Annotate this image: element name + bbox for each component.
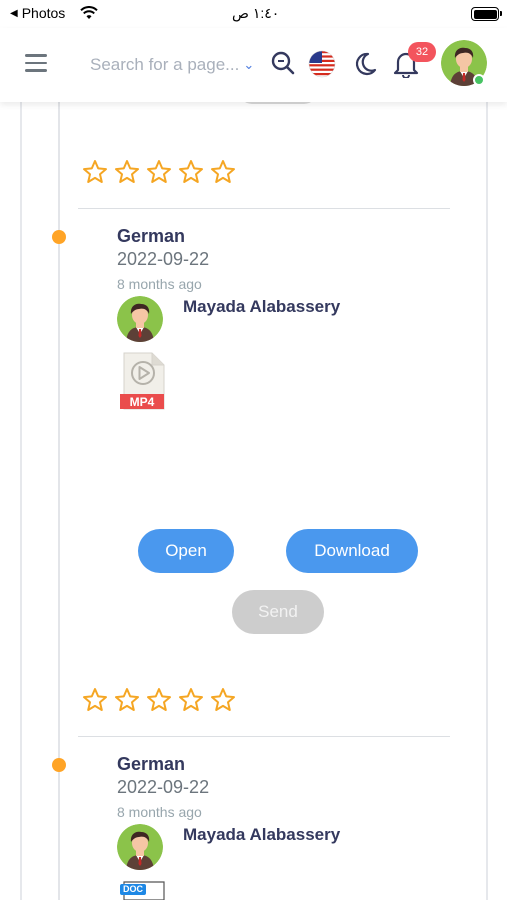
content-border-right: [486, 102, 488, 900]
search-icon[interactable]: [270, 50, 296, 76]
author-avatar: [117, 824, 163, 870]
rating-stars[interactable]: [82, 687, 236, 713]
author-name: Mayada Alabassery: [183, 825, 341, 844]
author-name: Mayada Alabassery: [183, 297, 341, 316]
search-placeholder: Search for a page...: [90, 55, 240, 74]
file-type-label: MP4: [129, 395, 155, 409]
notification-badge: 32: [408, 42, 436, 62]
us-flag-icon[interactable]: [308, 50, 336, 78]
entry-divider: [78, 736, 450, 737]
star-icon[interactable]: [178, 687, 204, 713]
content-border-left: [20, 102, 22, 900]
timeline-line: [58, 102, 60, 900]
author-avatar: [117, 296, 163, 342]
menu-icon[interactable]: [25, 54, 47, 72]
star-icon[interactable]: [146, 687, 172, 713]
wifi-icon: [80, 6, 98, 19]
timeline-dot: [52, 758, 66, 772]
battery-icon: [471, 7, 502, 21]
file-type-label: DOC: [123, 884, 143, 894]
rating-stars[interactable]: [82, 159, 236, 185]
entry-time-ago: 8 months ago: [117, 276, 202, 292]
entry-language: German: [117, 226, 186, 246]
status-bar: ◀ Photos ١:٤٠ ص: [0, 0, 507, 28]
online-status-dot: [473, 74, 485, 86]
back-to-photos[interactable]: ◀ Photos: [10, 5, 65, 21]
star-icon[interactable]: [146, 159, 172, 185]
back-arrow-icon: ◀: [10, 7, 18, 19]
star-icon[interactable]: [210, 159, 236, 185]
star-icon[interactable]: [82, 687, 108, 713]
entry-date: 2022-09-22: [117, 777, 210, 797]
entry-date: 2022-09-22: [117, 249, 210, 269]
send-button[interactable]: Send: [232, 590, 324, 634]
entry-divider: [78, 208, 450, 209]
entry-language: German: [117, 754, 186, 774]
chevron-down-icon[interactable]: ⌄: [243, 57, 254, 73]
star-icon[interactable]: [114, 159, 140, 185]
dark-mode-moon-icon[interactable]: [352, 51, 378, 77]
open-button[interactable]: Open: [138, 529, 234, 573]
download-button[interactable]: Download: [286, 529, 418, 573]
star-icon[interactable]: [82, 159, 108, 185]
entry-time-ago: 8 months ago: [117, 804, 202, 820]
star-icon[interactable]: [210, 687, 236, 713]
search-input[interactable]: Search for a page... ⌄: [90, 52, 260, 78]
top-navbar: Search for a page... ⌄ 32: [0, 28, 507, 102]
status-time: ١:٤٠ ص: [232, 5, 280, 21]
star-icon[interactable]: [178, 159, 204, 185]
timeline-dot: [52, 230, 66, 244]
star-icon[interactable]: [114, 687, 140, 713]
back-label: Photos: [21, 5, 66, 21]
